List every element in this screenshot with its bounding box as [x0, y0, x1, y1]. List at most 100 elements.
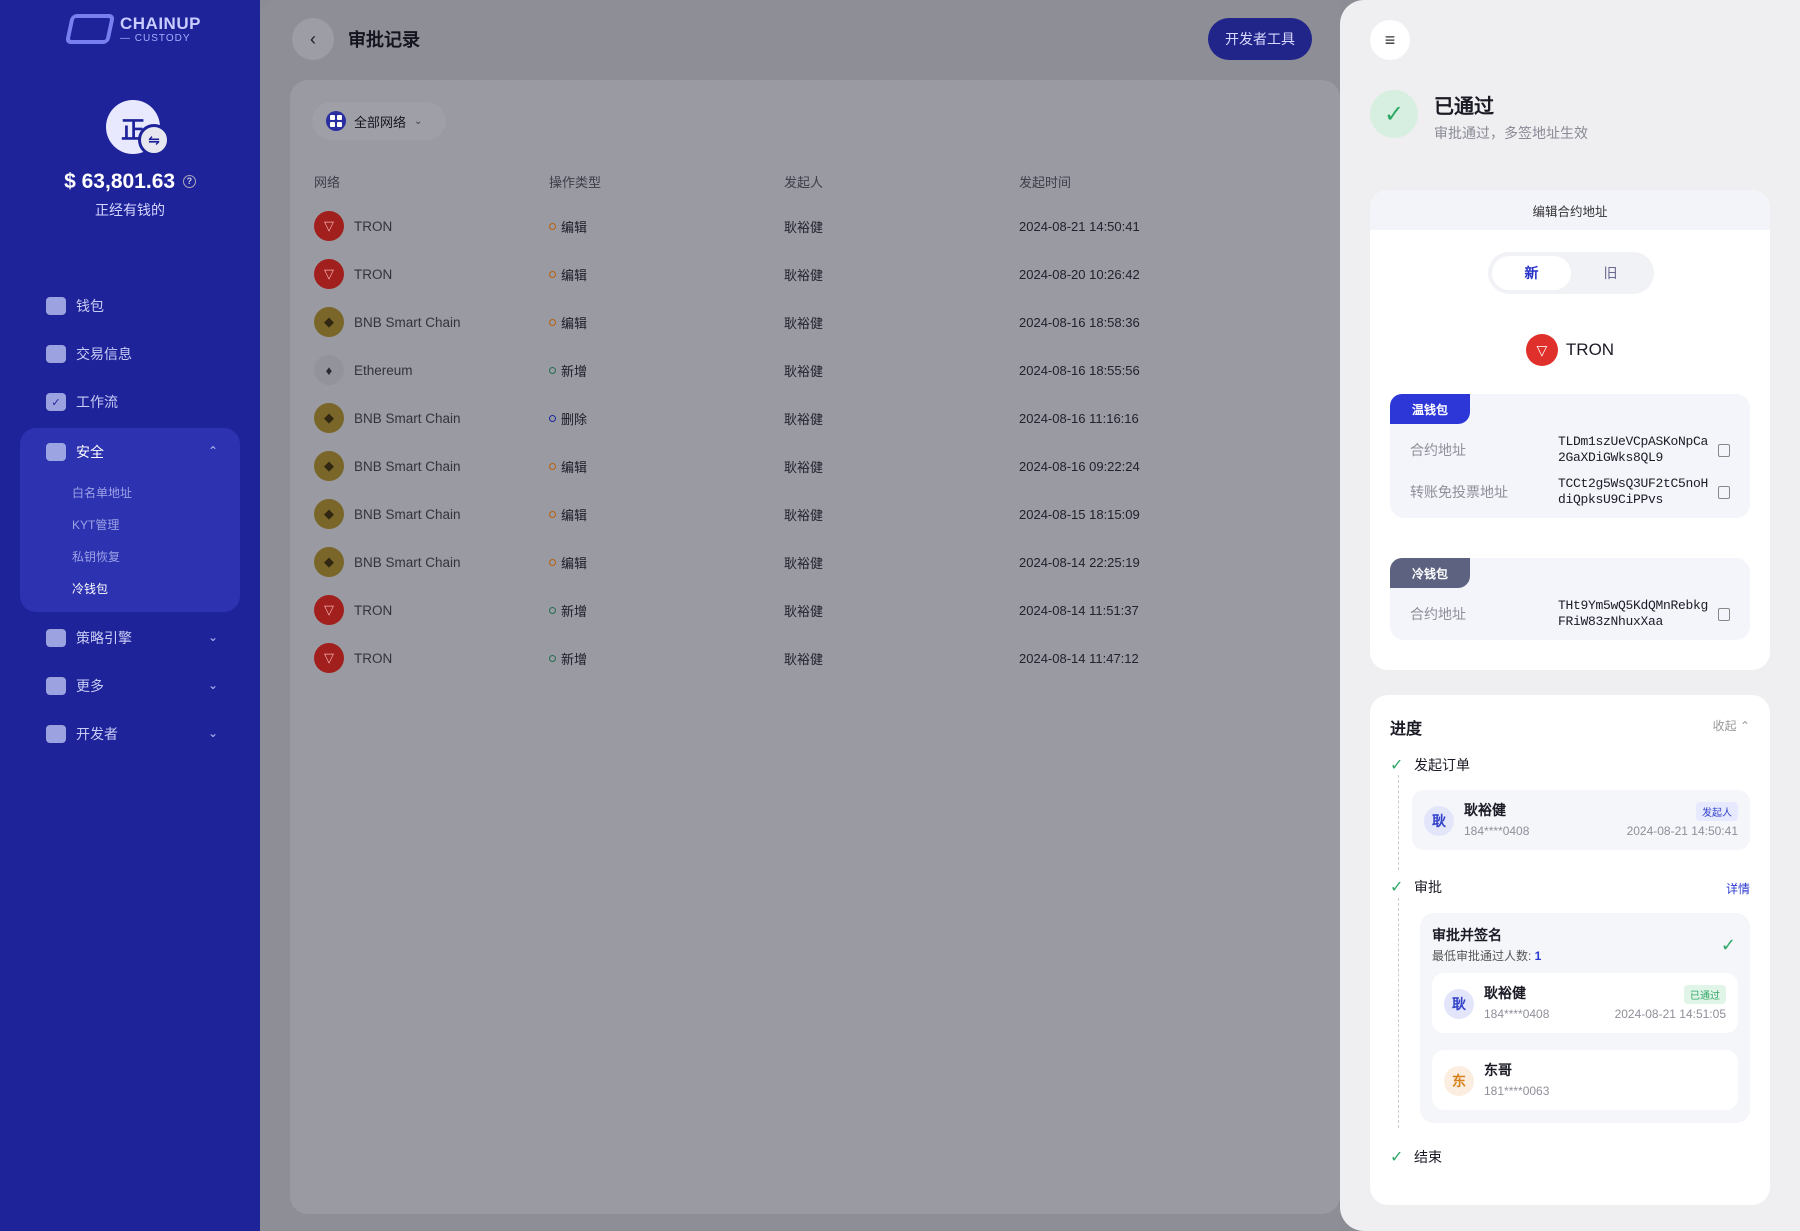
initiator-cell: 耿裕健 — [784, 267, 824, 283]
workflow-icon: ✓ — [46, 393, 66, 411]
address-value: TLDm1szUeVCpASKoNpCa2GaXDiGWks8QL9 — [1558, 434, 1709, 465]
help-icon[interactable]: ? — [182, 175, 196, 188]
sidebar-item-wallet[interactable]: 钱包 — [20, 282, 240, 330]
avatar: 耿 — [1424, 806, 1454, 836]
chevron-down-icon: ⌄ — [207, 726, 218, 740]
edit-contract-header: 编辑合约地址 — [1370, 190, 1770, 230]
op-status-dot-icon — [549, 414, 556, 422]
avatar: 东 — [1444, 1066, 1474, 1096]
table-row[interactable]: ◆ BNB Smart Chain 编辑 耿裕健 2024-08-15 18:15:09 — [314, 490, 1314, 538]
op-status-dot-icon — [549, 318, 556, 326]
op-type-cell: 删除 — [549, 394, 587, 442]
address-label: 转账免投票地址 — [1410, 484, 1508, 500]
sidebar-item-transactions[interactable]: 交易信息 — [20, 330, 240, 378]
person-phone: 181****0063 — [1484, 1084, 1550, 1098]
network-cell: ◆ BNB Smart Chain — [314, 490, 461, 538]
step-initiate: ✓ 发起订单 — [1390, 755, 1470, 775]
step-approve: ✓ 审批 — [1390, 877, 1442, 897]
table-row[interactable]: ▽ TRON 编辑 耿裕健 2024-08-21 14:50:41 — [314, 202, 1314, 250]
column-initiator: 发起人 — [784, 175, 824, 190]
collapse-drawer-button[interactable]: ≡ — [1370, 20, 1410, 60]
op-type-cell: 编辑 — [549, 202, 587, 250]
network-name: TRON — [354, 650, 393, 666]
toggle-new[interactable]: 新 — [1492, 256, 1571, 290]
check-icon: ✓ — [1390, 757, 1404, 774]
op-type-cell: 编辑 — [549, 250, 587, 298]
table-row[interactable]: ◆ BNB Smart Chain 编辑 耿裕健 2024-08-16 09:22:24 — [314, 442, 1314, 490]
op-status-dot-icon — [549, 606, 556, 614]
sidebar-item-label: 安全 — [76, 444, 104, 460]
network-name: BNB Smart Chain — [354, 458, 461, 474]
person-name: 东哥 — [1484, 1062, 1512, 1078]
initiator-cell: 耿裕健 — [784, 459, 824, 475]
copy-icon[interactable] — [1718, 485, 1730, 499]
check-icon: ✓ — [1720, 935, 1736, 955]
network-filter-dropdown[interactable]: 全部网络 ⌄ — [312, 102, 447, 140]
chainup-logo[interactable]: CHAINUP — CUSTODY — [64, 14, 201, 44]
sidebar-item-developer[interactable]: 开发者 ⌄ — [20, 710, 240, 758]
copy-icon[interactable] — [1718, 443, 1730, 457]
op-type: 删除 — [561, 411, 588, 427]
logo-mark-icon — [64, 14, 116, 44]
bnb-icon: ◆ — [314, 307, 344, 337]
column-network: 网络 — [314, 175, 341, 190]
table-row[interactable]: ♦ Ethereum 新增 耿裕健 2024-08-16 18:55:56 — [314, 346, 1314, 394]
network-cell: ◆ BNB Smart Chain — [314, 442, 461, 490]
table-row[interactable]: ▽ TRON 新增 耿裕健 2024-08-14 11:51:37 — [314, 586, 1314, 634]
sidebar-item-label: 更多 — [76, 678, 104, 694]
sidebar-subitem-cold-wallet[interactable]: 冷钱包 — [20, 572, 240, 604]
collapse-label: 收起 — [1712, 719, 1737, 733]
table-row[interactable]: ◆ BNB Smart Chain 编辑 耿裕健 2024-08-14 22:25:19 — [314, 538, 1314, 586]
sidebar-item-security[interactable]: 安全 ⌃ — [20, 428, 240, 476]
table-row[interactable]: ▽ TRON 编辑 耿裕健 2024-08-20 10:26:42 — [314, 250, 1314, 298]
sidebar-subitem-whitelist[interactable]: 白名单地址 — [20, 476, 240, 508]
bnb-icon: ◆ — [314, 499, 344, 529]
initiator-card: 耿 耿裕健 184****0408 发起人 2024-08-21 14:50:4… — [1412, 790, 1750, 850]
progress-collapse-button[interactable]: 收起 ⌃ — [1713, 717, 1750, 734]
initiator-badge: 发起人 — [1696, 802, 1738, 821]
sidebar-item-more[interactable]: 更多 ⌄ — [20, 662, 240, 710]
op-type-cell: 新增 — [549, 634, 587, 682]
sidebar-subitem-key-recovery[interactable]: 私钥恢复 — [20, 540, 240, 572]
approver-card: 耿 耿裕健 184****0408 已通过 2024-08-21 14:51:0… — [1432, 973, 1738, 1033]
status-description: 审批通过，多签地址生效 — [1434, 125, 1588, 141]
developer-icon — [46, 725, 66, 743]
network-name: Ethereum — [354, 362, 413, 378]
table-row[interactable]: ◆ BNB Smart Chain 删除 耿裕健 2024-08-16 11:16:16 — [314, 394, 1314, 442]
new-old-toggle: 新 旧 — [1488, 252, 1654, 294]
swap-account-icon[interactable]: ⇋ — [138, 124, 170, 156]
shield-icon — [46, 443, 66, 461]
time-cell: 2024-08-16 11:16:16 — [1019, 410, 1139, 426]
op-type: 新增 — [561, 363, 588, 379]
approval-detail-drawer: ≡ ✓ 已通过 审批通过，多签地址生效 编辑合约地址 新 旧 ▽ TRON 温钱… — [1340, 0, 1800, 1231]
records-card: 全部网络 ⌄ 网络 操作类型 发起人 发起时间 ▽ TRON 编辑 耿裕健 2024-0… — [290, 80, 1340, 1214]
tron-icon: ▽ — [1525, 334, 1558, 366]
table-header: 网络 操作类型 发起人 发起时间 — [314, 172, 1314, 192]
sidebar-item-strategy[interactable]: 策略引擎 ⌄ — [20, 614, 240, 662]
more-icon — [46, 677, 66, 695]
sidebar: CHAINUP — CUSTODY 正 ⇋ $ 63,801.63 ? 正经有钱… — [0, 0, 260, 1231]
copy-icon[interactable] — [1718, 607, 1730, 621]
network-cell: ◆ BNB Smart Chain — [314, 538, 461, 586]
developer-tools-button[interactable]: 开发者工具 — [1208, 18, 1312, 60]
table-row[interactable]: ◆ BNB Smart Chain 编辑 耿裕健 2024-08-16 18:58:36 — [314, 298, 1314, 346]
time-cell: 2024-08-14 11:51:37 — [1019, 602, 1139, 618]
cold-wallet-tag: 冷钱包 — [1390, 558, 1471, 588]
table-row[interactable]: ▽ TRON 新增 耿裕健 2024-08-14 11:47:12 — [314, 634, 1314, 682]
back-button[interactable]: ‹ — [292, 18, 334, 60]
toggle-old[interactable]: 旧 — [1571, 256, 1650, 290]
address-value: THt9Ym5wQ5KdQMnRebkgFRiW83zNhuxXaa — [1558, 598, 1709, 629]
time-cell: 2024-08-16 18:55:56 — [1019, 362, 1140, 378]
initiator-cell: 耿裕健 — [784, 507, 824, 523]
op-type-cell: 新增 — [549, 346, 587, 394]
transaction-icon — [46, 345, 66, 363]
op-status-dot-icon — [549, 270, 556, 278]
initiator-cell: 耿裕健 — [784, 315, 824, 331]
network-cell: ♦ Ethereum — [314, 346, 413, 394]
chevron-left-icon: ‹ — [310, 28, 316, 49]
sidebar-item-workflow[interactable]: ✓ 工作流 — [20, 378, 240, 426]
op-type: 编辑 — [561, 219, 588, 235]
avatar: 耿 — [1444, 989, 1474, 1019]
sidebar-subitem-kyt[interactable]: KYT管理 — [20, 508, 240, 540]
detail-link[interactable]: 详情 — [1726, 880, 1750, 897]
